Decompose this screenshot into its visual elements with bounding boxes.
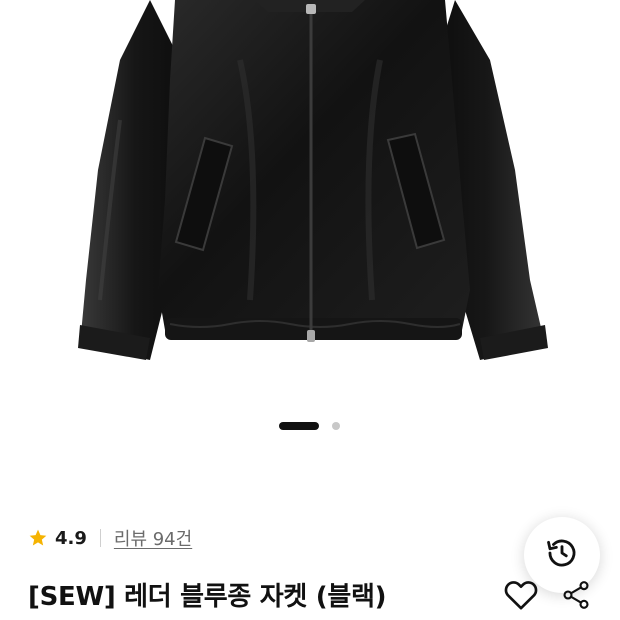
star-icon bbox=[28, 528, 48, 548]
heart-icon bbox=[500, 581, 542, 618]
image-pager bbox=[0, 421, 620, 431]
rating-value: 4.9 bbox=[55, 527, 87, 549]
review-count-link[interactable]: 리뷰 94건 bbox=[114, 525, 192, 551]
like-button[interactable] bbox=[500, 574, 542, 614]
product-image[interactable] bbox=[0, 0, 620, 400]
divider bbox=[99, 529, 101, 547]
product-detail-screen: 4.9 리뷰 94건 [SEW] 레더 블루종 자켓 (블랙) bbox=[0, 0, 620, 620]
pager-dot-active[interactable] bbox=[279, 422, 319, 430]
pager-dot[interactable] bbox=[332, 422, 340, 430]
share-icon bbox=[560, 581, 592, 616]
history-icon bbox=[545, 536, 579, 574]
product-title: [SEW] 레더 블루종 자켓 (블랙) bbox=[28, 582, 387, 612]
share-button[interactable] bbox=[560, 578, 592, 612]
rating-row: 4.9 리뷰 94건 bbox=[28, 524, 192, 552]
